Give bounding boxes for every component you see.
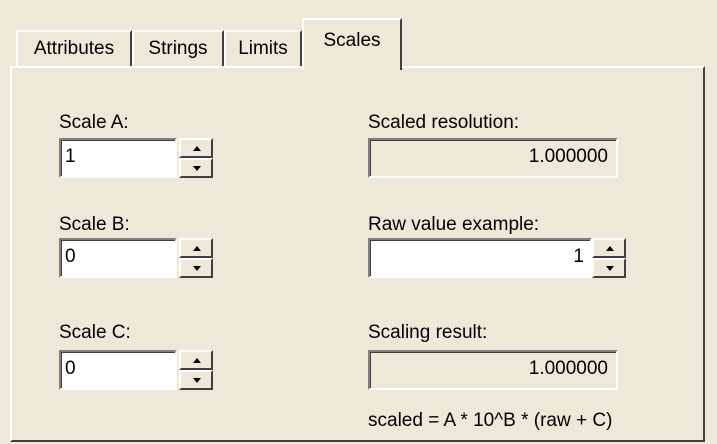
scale-b-spin-down-button[interactable] — [179, 258, 213, 278]
tab-strings[interactable]: Strings — [132, 30, 224, 66]
scale-c-spin-up-button[interactable] — [179, 350, 213, 370]
scale-b-spinner — [179, 238, 213, 278]
spin-up-arrow-icon — [606, 246, 614, 251]
raw-value-example-spinner — [592, 238, 626, 278]
spin-down-arrow-icon — [193, 166, 201, 171]
tab-strip: Attributes Strings Limits Scales — [0, 0, 717, 70]
spin-up-arrow-icon — [193, 358, 201, 363]
scale-c-spinner — [179, 350, 213, 390]
scale-b-spin-up-button[interactable] — [179, 238, 213, 258]
scale-a-input[interactable]: 1 — [59, 138, 177, 178]
tab-scales[interactable]: Scales — [302, 18, 402, 70]
scale-a-spinner — [179, 138, 213, 178]
raw-value-spin-up-button[interactable] — [592, 238, 626, 258]
scaled-resolution-label: Scaled resolution: — [368, 112, 520, 133]
spin-up-arrow-icon — [193, 146, 201, 151]
raw-value-example-input[interactable]: 1 — [368, 238, 592, 278]
tab-limits[interactable]: Limits — [224, 30, 302, 66]
spin-down-arrow-icon — [193, 266, 201, 271]
scale-a-spin-up-button[interactable] — [179, 138, 213, 158]
spin-up-arrow-icon — [193, 246, 201, 251]
tab-attributes[interactable]: Attributes — [16, 30, 132, 66]
scales-panel: Scale A: 1 Scale B: 0 Scale C: 0 Scaled … — [10, 66, 705, 442]
scale-a-label: Scale A: — [59, 112, 129, 133]
raw-value-example-label: Raw value example: — [368, 214, 540, 235]
scale-a-spin-down-button[interactable] — [179, 158, 213, 178]
spin-down-arrow-icon — [606, 266, 614, 271]
scaling-result-label: Scaling result: — [368, 322, 488, 343]
raw-value-spin-down-button[interactable] — [592, 258, 626, 278]
scale-b-label: Scale B: — [59, 214, 130, 235]
scale-c-spin-down-button[interactable] — [179, 370, 213, 390]
scaling-formula-text: scaled = A * 10^B * (raw + C) — [368, 410, 613, 431]
scaling-result-value: 1.000000 — [368, 350, 618, 390]
scale-c-input[interactable]: 0 — [59, 350, 177, 390]
scale-b-input[interactable]: 0 — [59, 238, 177, 278]
scaled-resolution-value: 1.000000 — [368, 138, 618, 178]
spin-down-arrow-icon — [193, 378, 201, 383]
scale-c-label: Scale C: — [59, 322, 131, 343]
